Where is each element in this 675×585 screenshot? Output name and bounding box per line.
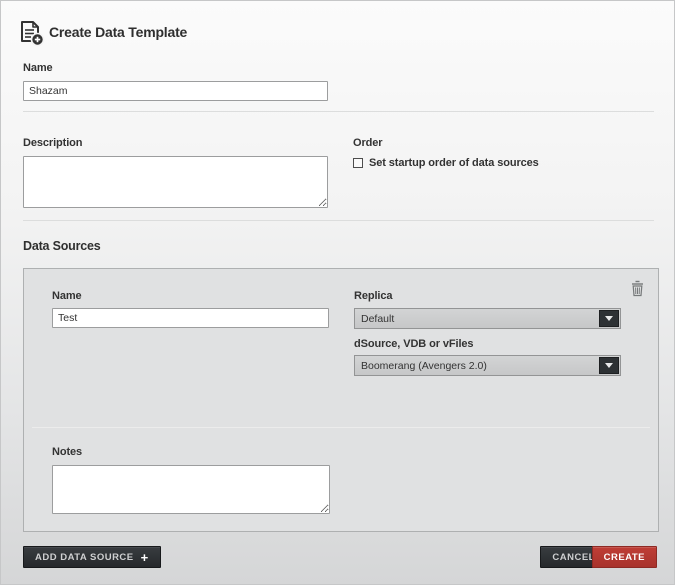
- add-data-source-label: Add Data Source: [35, 552, 134, 563]
- description-label: Description: [23, 137, 82, 149]
- dsource-label: dSource, VDB or vFiles: [354, 338, 473, 350]
- notes-textarea[interactable]: [52, 465, 330, 514]
- startup-order-checkbox-row: Set startup order of data sources: [353, 157, 539, 169]
- plus-icon: +: [141, 551, 149, 564]
- page-title: Create Data Template: [49, 24, 187, 40]
- section-divider-middle: [23, 220, 654, 221]
- card-inner-divider: [32, 427, 650, 428]
- section-divider-top: [23, 111, 654, 112]
- create-data-template-dialog: Create Data Template Name Description Or…: [0, 0, 675, 585]
- name-input[interactable]: [23, 81, 328, 101]
- data-source-card: Name Replica Default dSource, VDB or vFi…: [23, 268, 659, 532]
- cancel-label: Cancel: [552, 552, 595, 563]
- notes-label: Notes: [52, 446, 82, 458]
- dsource-selected-value: Boomerang (Avengers 2.0): [361, 360, 487, 372]
- new-template-document-icon: [17, 19, 45, 47]
- startup-order-checkbox[interactable]: [353, 158, 363, 168]
- description-textarea[interactable]: [23, 156, 328, 208]
- create-label: Create: [604, 552, 645, 563]
- trash-icon: [630, 280, 645, 297]
- replica-selected-value: Default: [361, 313, 394, 325]
- replica-dropdown-button[interactable]: [599, 310, 619, 327]
- ds-name-label: Name: [52, 290, 82, 302]
- chevron-down-icon: [605, 363, 613, 368]
- dsource-dropdown-button[interactable]: [599, 357, 619, 374]
- data-sources-heading: Data Sources: [23, 239, 101, 253]
- add-data-source-button[interactable]: Add Data Source +: [23, 546, 161, 568]
- delete-data-source-button[interactable]: [630, 280, 645, 297]
- ds-name-input[interactable]: [52, 308, 329, 328]
- create-button[interactable]: Create: [592, 546, 657, 568]
- startup-order-checkbox-label: Set startup order of data sources: [369, 157, 539, 169]
- dsource-select[interactable]: Boomerang (Avengers 2.0): [354, 355, 621, 376]
- chevron-down-icon: [605, 316, 613, 321]
- replica-label: Replica: [354, 290, 392, 302]
- order-label: Order: [353, 137, 382, 149]
- name-label: Name: [23, 62, 53, 74]
- replica-select[interactable]: Default: [354, 308, 621, 329]
